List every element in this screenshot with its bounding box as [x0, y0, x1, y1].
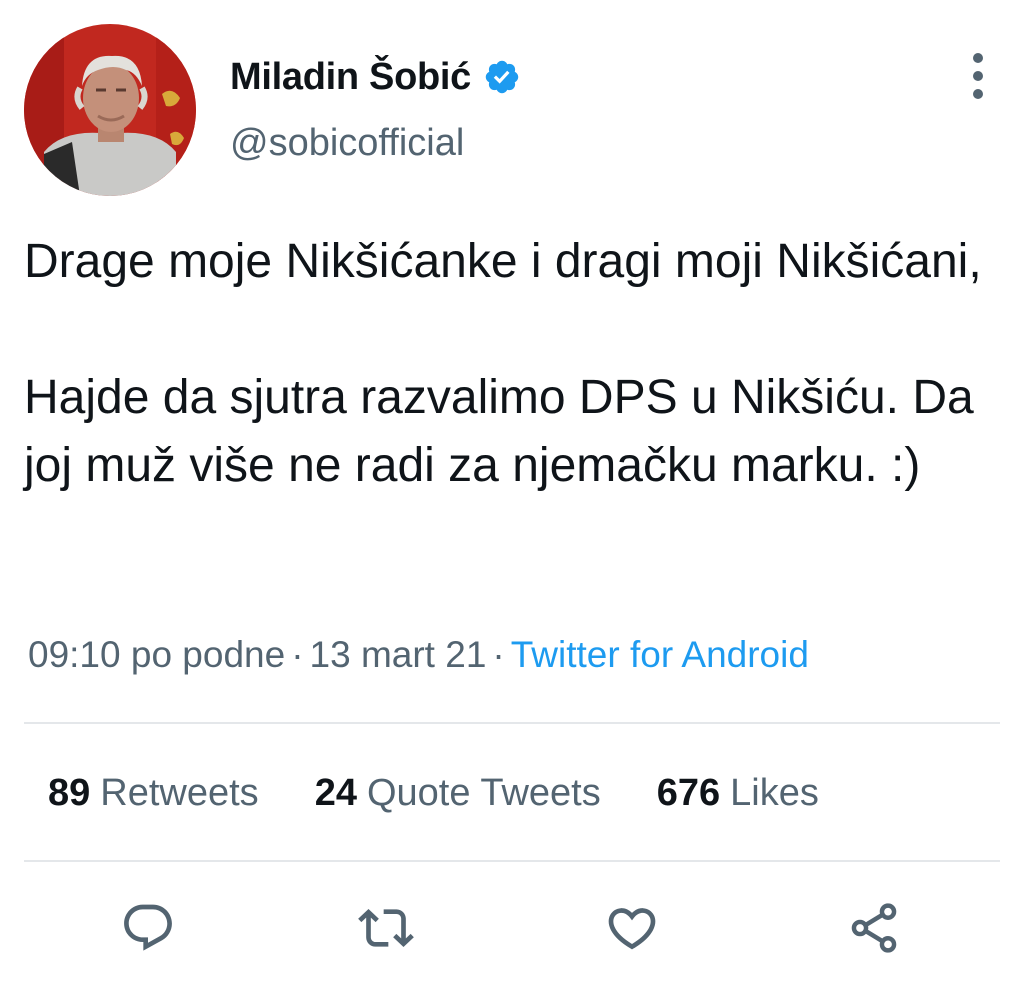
verified-badge-icon — [483, 58, 521, 96]
share-icon — [851, 903, 897, 953]
action-bar — [0, 900, 1024, 960]
divider — [24, 722, 1000, 724]
user-handle[interactable]: @sobicofficial — [230, 122, 464, 165]
quote-tweets-stat[interactable]: 24 Quote Tweets — [315, 772, 601, 815]
more-options-icon[interactable] — [960, 50, 996, 102]
retweets-count: 89 — [48, 772, 91, 814]
retweet-button[interactable] — [358, 900, 414, 956]
like-button[interactable] — [604, 900, 660, 956]
share-button[interactable] — [846, 900, 902, 956]
tweet-meta: 09:10 po podne · 13 mart 21 · Twitter for An… — [28, 634, 809, 676]
display-name[interactable]: Miladin Šobić — [230, 56, 471, 99]
quote-tweets-count: 24 — [314, 772, 357, 814]
reply-button[interactable] — [120, 900, 176, 956]
avatar[interactable] — [24, 24, 196, 196]
likes-stat[interactable]: 676 Likes — [657, 772, 819, 815]
tweet-time[interactable]: 09:10 po podne — [28, 634, 285, 675]
like-icon — [608, 908, 656, 950]
retweets-stat[interactable]: 89 Retweets — [48, 772, 259, 815]
retweets-label: Retweets — [100, 772, 259, 814]
reply-icon — [124, 904, 172, 951]
tweet-text: Drage moje Nikšićanke i dragi moji Nikši… — [24, 228, 994, 500]
likes-label: Likes — [730, 772, 819, 814]
tweet-paragraph: Drage moje Nikšićanke i dragi moji Nikši… — [24, 235, 982, 288]
quote-tweets-label: Quote Tweets — [366, 772, 601, 814]
tweet-date[interactable]: 13 mart 21 — [310, 634, 487, 675]
likes-count: 676 — [656, 772, 721, 814]
profile-photo — [24, 24, 196, 196]
tweet-stats: 89 Retweets 24 Quote Tweets 676 Likes — [48, 772, 875, 815]
meta-separator: · — [492, 634, 505, 675]
user-name-row[interactable]: Miladin Šobić — [230, 52, 521, 102]
tweet-source[interactable]: Twitter for Android — [511, 634, 809, 675]
retweet-icon — [358, 909, 414, 947]
divider — [24, 860, 1000, 862]
tweet-paragraph: Hajde da sjutra razvalimo DPS u Nikšiću.… — [24, 371, 974, 492]
meta-separator: · — [291, 634, 304, 675]
